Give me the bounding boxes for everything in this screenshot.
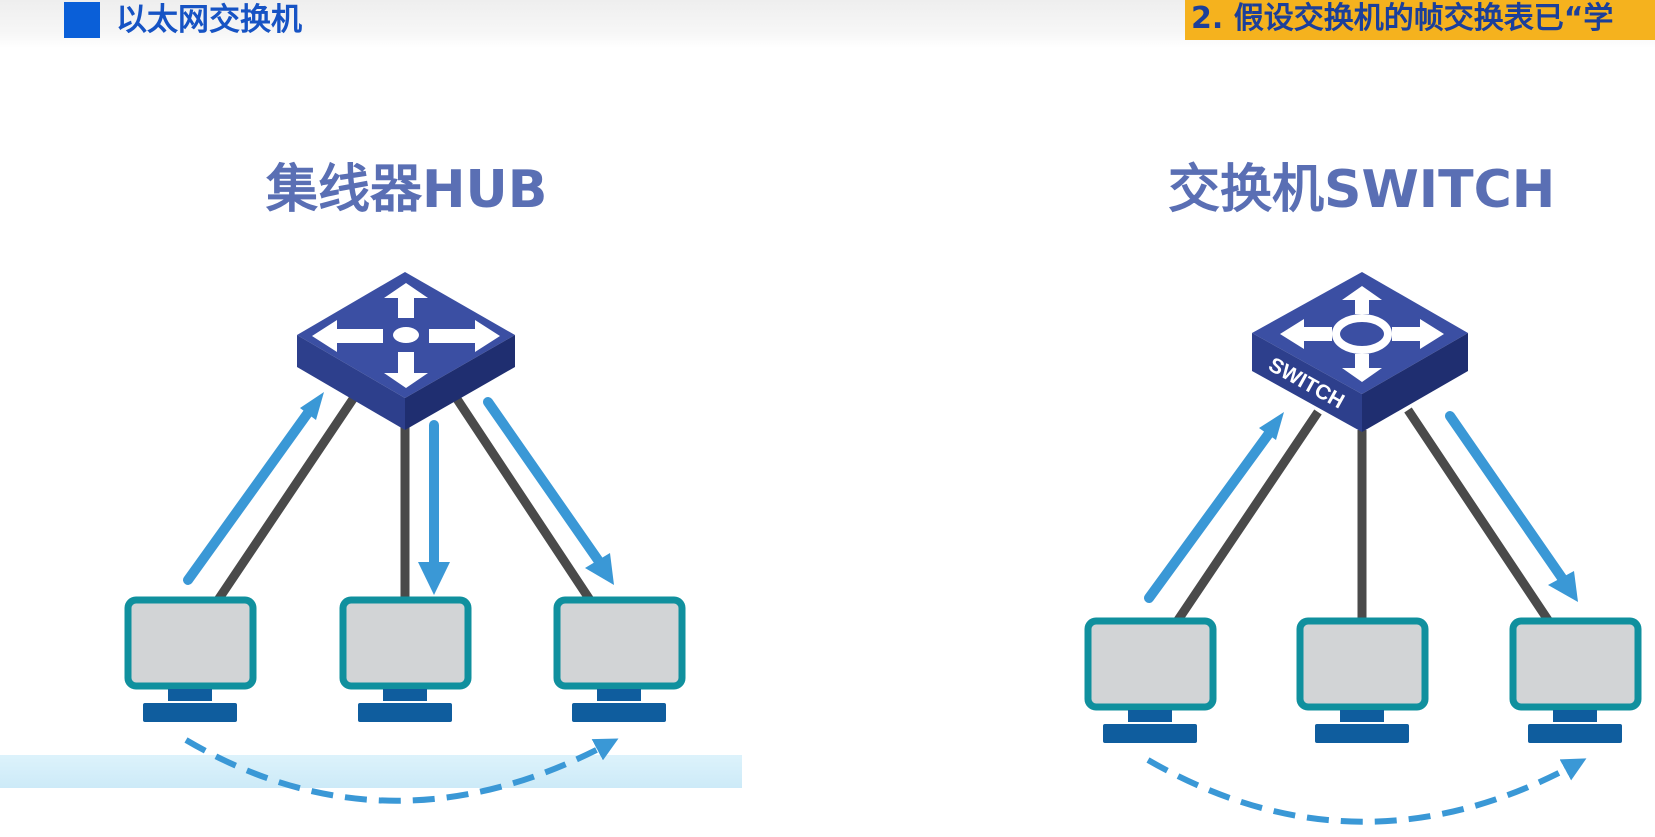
switch-host-2 bbox=[1296, 617, 1429, 743]
hub-arrow-up-left bbox=[183, 392, 324, 585]
hub-host-1 bbox=[124, 596, 257, 722]
hub-hosts bbox=[124, 596, 686, 722]
switch-link-left bbox=[1174, 409, 1322, 623]
switch-device: SWITCH bbox=[1252, 272, 1468, 432]
network-diagram: SWITCH bbox=[124, 272, 1642, 825]
hub-device bbox=[297, 272, 515, 430]
switch-hosts bbox=[1084, 617, 1642, 743]
hub-arrow-down-right bbox=[483, 397, 614, 585]
switch-dashed-return-arrow bbox=[1146, 757, 1587, 825]
hub-link-left bbox=[214, 390, 361, 603]
hub-host-2 bbox=[339, 596, 472, 722]
switch-links bbox=[1174, 407, 1552, 623]
hub-host-3 bbox=[553, 596, 686, 722]
switch-host-3 bbox=[1509, 617, 1642, 743]
hub-link-right bbox=[449, 390, 594, 603]
hub-arrow-down-middle bbox=[418, 420, 450, 595]
switch-host-1 bbox=[1084, 617, 1217, 743]
hub-dashed-return-arrow bbox=[184, 737, 619, 804]
switch-link-right bbox=[1404, 407, 1552, 623]
